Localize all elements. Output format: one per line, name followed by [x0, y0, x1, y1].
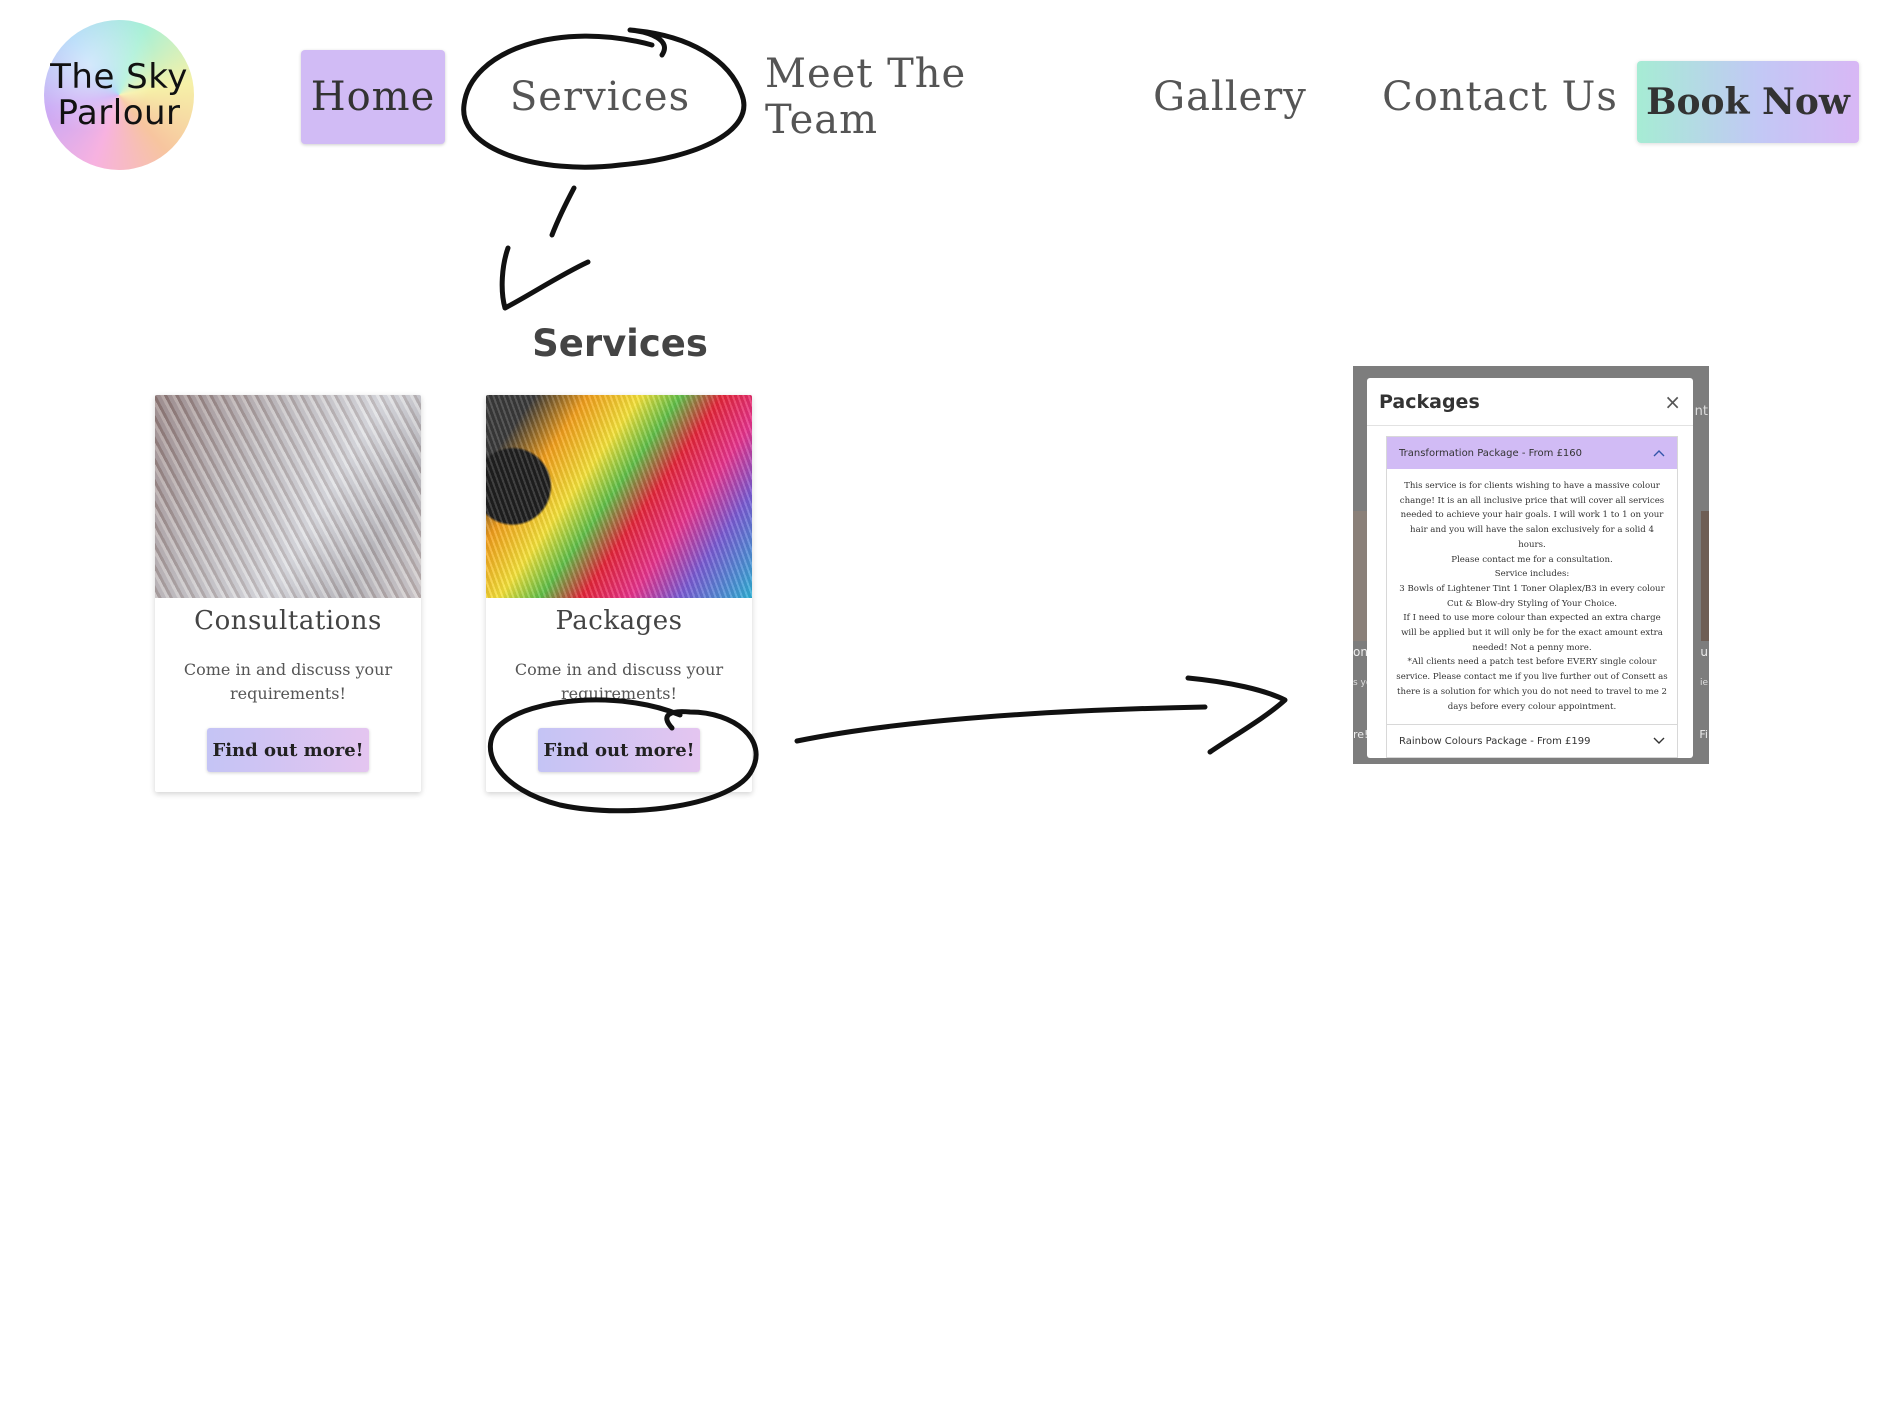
card-description: Come in and discuss your requirements!: [183, 660, 393, 703]
package-contact-note: Please contact me for a consultation.: [1451, 554, 1613, 565]
package-includes-heading: Service includes:: [1494, 569, 1570, 580]
nav-home[interactable]: Home: [301, 50, 445, 144]
find-out-more-button[interactable]: Find out more!: [538, 728, 700, 772]
package-description: This service is for clients wishing to h…: [1399, 481, 1665, 550]
background-text-fragment: nt: [1694, 404, 1708, 419]
close-icon[interactable]: ×: [1664, 390, 1681, 414]
section-title: Services: [532, 322, 708, 365]
arrow-to-modal: [794, 675, 1288, 755]
chevron-up-icon: [1653, 447, 1665, 460]
accordion-item-body: This service is for clients wishing to h…: [1387, 469, 1677, 726]
background-text-fragment: Fi: [1699, 728, 1708, 741]
packages-modal-preview: nt on: s yo re! u ie Fi Packages × Trans…: [1353, 366, 1709, 764]
card-title: Packages: [555, 606, 683, 636]
accordion-item-rainbow[interactable]: Rainbow Colours Package - From £199: [1387, 725, 1677, 757]
background-text-fragment: u: [1700, 645, 1708, 659]
accordion-item-label: Rainbow Colours Package - From £199: [1399, 735, 1591, 747]
card-description: Come in and discuss your requirements!: [514, 660, 724, 703]
logo-line-2: Parlour: [57, 93, 181, 133]
chevron-down-icon: [1653, 735, 1665, 748]
background-card-fragment: [1353, 511, 1367, 641]
packages-accordion: Transformation Package - From £160 This …: [1386, 436, 1678, 759]
package-includes-item: 3 Bowls of Lightener Tint 1 Toner Olaple…: [1399, 583, 1665, 594]
nav-meet-the-team[interactable]: Meet The Team: [765, 50, 1075, 144]
service-card-packages: Packages Come in and discuss your requir…: [486, 395, 752, 792]
nav-gallery[interactable]: Gallery: [1150, 50, 1310, 144]
accordion-item-label: Transformation Package - From £160: [1399, 447, 1583, 459]
find-out-more-button[interactable]: Find out more!: [207, 728, 369, 772]
background-card-fragment: [1701, 511, 1709, 641]
card-image-rainbow-hair: [486, 395, 752, 598]
accordion-item-transformation[interactable]: Transformation Package - From £160: [1387, 437, 1677, 469]
nav-services[interactable]: Services: [490, 50, 710, 144]
package-extra-charge-note: If I need to use more colour than expect…: [1401, 613, 1663, 653]
logo-line-1: The Sky: [50, 57, 188, 97]
modal-title: Packages: [1379, 390, 1480, 413]
background-text-fragment: ie: [1699, 678, 1708, 688]
card-title: Consultations: [194, 606, 382, 636]
packages-modal: Packages × Transformation Package - From…: [1367, 378, 1693, 759]
card-image-grey-hair: [155, 395, 421, 598]
modal-header: Packages ×: [1367, 378, 1693, 426]
book-now-button[interactable]: Book Now: [1637, 61, 1859, 143]
logo[interactable]: The Sky Parlour: [44, 20, 194, 170]
nav-contact-us[interactable]: Contact Us: [1380, 50, 1620, 144]
package-includes-item: Cut & Blow-dry Styling of Your Choice.: [1446, 598, 1618, 609]
package-patch-test-note: *All clients need a patch test before EV…: [1396, 657, 1668, 712]
arrow-down-to-services: [499, 185, 591, 311]
service-card-consultations: Consultations Come in and discuss your r…: [155, 395, 421, 792]
